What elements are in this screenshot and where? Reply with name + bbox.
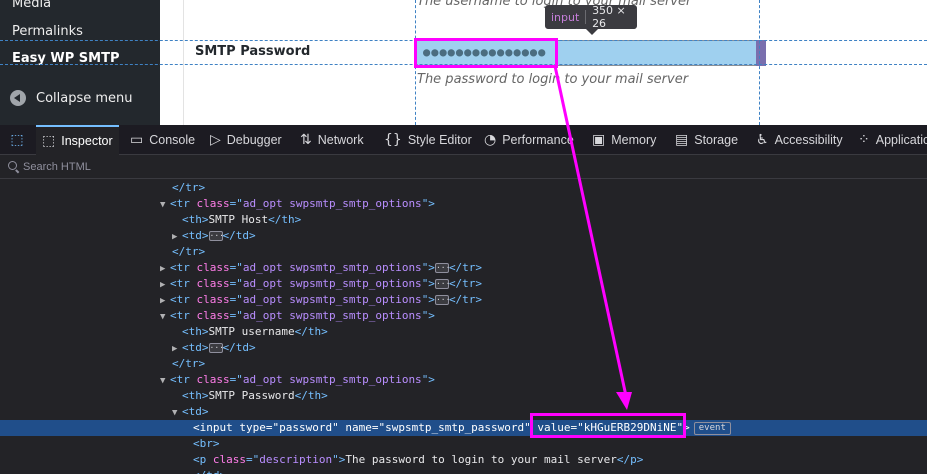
closing-tag: </tr> [172,181,206,194]
tab-application[interactable]: ⁘ Applicatio [858,125,927,155]
text-node: SMTP Password [208,389,295,402]
tab-accessibility[interactable]: ♿ Accessibility [756,125,843,155]
text-node: SMTP username [208,325,295,338]
tab-style-editor[interactable]: {} Style Editor [384,125,472,155]
inspector-icon: ⬚ [42,133,56,149]
password-description: The password to login to your mail serve… [417,72,689,87]
markup-row[interactable]: ▼ <td> [0,404,927,420]
tab-console[interactable]: ▭ Console [130,125,195,155]
sidebar-item-easy-wp-smtp[interactable]: Easy WP SMTP [0,44,160,72]
tab-label: Storage [694,133,739,147]
tab-memory[interactable]: ▣ Memory [592,125,656,155]
network-icon: ⇅ [300,132,312,148]
markup-row[interactable]: <p class="description">The password to l… [0,452,927,468]
infobar-pointer [586,29,598,35]
devtools-toolbar: ⬚ ⬚ Inspector ▭ Console ▷ Debugger ⇅ Net… [0,125,927,155]
collapse-menu-label: Collapse menu [36,90,133,106]
markup-row[interactable]: <br> [0,436,927,452]
search-html-bar [0,155,927,179]
expand-toggle-icon[interactable]: ▶ [172,229,182,245]
attr-value: ad_opt swpsmtp_smtp_options [242,197,422,210]
ellipsis-icon[interactable]: ··· [434,263,450,273]
expand-toggle-icon[interactable]: ▶ [160,261,170,277]
markup-row[interactable]: ▶ <td>···</td> [0,228,927,244]
infobar-dimensions: 350 × 26 [592,4,626,30]
memory-icon: ▣ [592,132,606,148]
element-picker-icon: ⬚ [10,132,24,148]
markup-row[interactable]: ▼ <tr class="ad_opt swpsmtp_smtp_options"… [0,196,927,212]
ellipsis-icon[interactable]: ··· [434,279,450,289]
application-icon: ⁘ [858,132,870,148]
markup-row[interactable]: </tr> [0,180,927,196]
markup-row[interactable]: </td> [0,468,927,474]
markup-row[interactable]: </tr> [0,356,927,372]
expand-toggle-icon[interactable]: ▼ [160,197,170,213]
tab-performance[interactable]: ◔ Performance [484,125,574,155]
markup-tree: </tr> ▼ <tr class="ad_opt swpsmtp_smtp_op… [0,180,927,474]
markup-row[interactable]: <th>SMTP Host</th> [0,212,927,228]
tab-label: Memory [611,133,657,147]
debugger-icon: ▷ [210,132,221,148]
markup-row[interactable]: ▶ <tr class="ad_opt swpsmtp_smtp_options"… [0,276,927,292]
expand-toggle-icon[interactable]: ▶ [160,277,170,293]
input-padding-overlay [756,40,766,66]
search-icon [8,161,19,172]
tab-label: Accessibility [774,133,843,147]
infobar-tag: input [551,10,580,24]
tab-label: Style Editor [407,133,472,147]
expand-toggle-icon[interactable]: ▶ [172,341,182,357]
collapse-arrow-icon [10,90,26,106]
sidebar-item-permalinks[interactable]: Permalinks [12,24,83,39]
text-node: The password to login to your mail serve… [345,453,617,466]
markup-row[interactable]: <th>SMTP username</th> [0,324,927,340]
tab-label: Network [317,133,364,147]
style-editor-icon: {} [384,132,402,148]
expand-toggle-icon[interactable]: ▼ [160,309,170,325]
highlighter-guide-right [759,0,760,125]
tab-label: Debugger [226,133,282,147]
tab-network[interactable]: ⇅ Network [300,125,364,155]
markup-row[interactable]: </tr> [0,244,927,260]
markup-row[interactable]: ▼ <tr class="ad_opt swpsmtp_smtp_options"… [0,372,927,388]
collapse-menu-button[interactable]: Collapse menu [10,89,133,107]
highlighter-infobar: input 350 × 26 [545,4,637,30]
console-icon: ▭ [130,132,144,148]
tab-inspector[interactable]: ⬚ Inspector [36,125,119,155]
markup-row[interactable]: <th>SMTP Password</th> [0,388,927,404]
annotation-box-input [414,38,558,68]
text-node: SMTP Host [208,213,269,226]
infobar-separator [585,10,587,24]
expand-toggle-icon[interactable]: ▼ [160,373,170,389]
accessibility-icon: ♿ [756,132,769,148]
content-divider [183,0,184,125]
annotation-box-value [530,413,686,438]
tab-label: Performance [502,133,574,147]
sidebar-item-media[interactable]: Media [12,0,51,11]
smtp-password-label: SMTP Password [195,44,311,59]
markup-row-selected[interactable]: <input type="password" name="swpsmtp_smt… [0,420,927,436]
performance-icon: ◔ [484,132,497,148]
markup-row[interactable]: ▼ <tr class="ad_opt swpsmtp_smtp_options"… [0,308,927,324]
search-html-input[interactable] [23,160,323,173]
ellipsis-icon[interactable]: ··· [208,343,224,353]
tab-label: Console [149,133,196,147]
storage-icon: ▤ [675,132,689,148]
ellipsis-icon[interactable]: ··· [434,295,450,305]
markup-row[interactable]: ▶ <tr class="ad_opt swpsmtp_smtp_options"… [0,292,927,308]
expand-toggle-icon[interactable]: ▼ [172,405,182,421]
expand-toggle-icon[interactable]: ▶ [160,293,170,309]
event-badge[interactable]: event [693,421,731,435]
tab-debugger[interactable]: ▷ Debugger [210,125,282,155]
tab-label: Applicatio [875,133,927,147]
wp-admin-sidebar: Media Permalinks Easy WP SMTP Collapse m… [0,0,160,125]
tab-storage[interactable]: ▤ Storage [675,125,738,155]
tab-label: Inspector [61,134,113,148]
ellipsis-icon[interactable]: ··· [208,231,224,241]
element-picker-button[interactable]: ⬚ [6,125,28,155]
markup-row[interactable]: ▶ <td>···</td> [0,340,927,356]
markup-row[interactable]: ▶ <tr class="ad_opt swpsmtp_smtp_options"… [0,260,927,276]
